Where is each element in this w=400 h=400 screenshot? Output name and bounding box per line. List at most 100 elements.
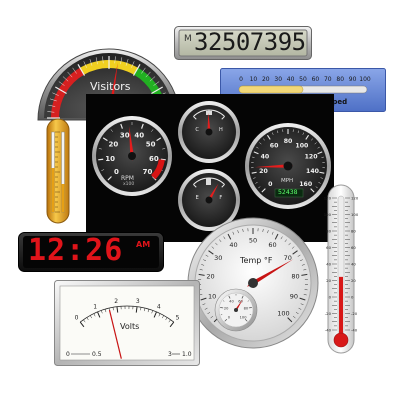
mph-needle-hub [283,161,293,171]
thermo-left-label: 80 [326,229,331,234]
rpm-tick-label: 0 [114,168,119,176]
thermo-left-label: 120 [324,196,332,201]
vertical-bar-gauge [46,118,70,224]
thermo-right-label: 100 [351,212,358,217]
orders-tick-label: 20 [262,76,270,83]
volts-tick-label: 2 [114,298,118,305]
volts-bottom-right-1: 1.0 [182,351,192,358]
orders-tick-label: 0 [239,76,243,83]
temp-tick-label: 30 [214,254,222,262]
mph-trip-readout: 52438 [278,188,298,196]
rpm-tick-label: 30 [120,132,130,140]
thermo-left-label: 100 [324,212,332,217]
vertical-bar-gauge-body [46,118,70,224]
orders-tick-label: 10 [250,76,258,83]
volts-bottom-right-0: 3 [168,351,172,358]
vbar-fill-1 [51,168,55,212]
mph-tick-label: 40 [261,154,270,161]
temp-tick-label: 40 [229,241,237,249]
temp-small-low: C [195,127,199,133]
orders-tick-label: 80 [336,76,344,83]
thermo-mercury [339,276,343,334]
volts-tick-label: 4 [157,304,161,311]
thermo-left-label: -40 [325,328,332,333]
major-tick [98,158,104,161]
orders-progress-fill [238,85,304,94]
clock-time: 12:26 [28,233,124,268]
temp-tick-label: 10 [208,293,216,301]
volts-bottom-left-1: 0.5 [92,351,102,358]
volts-bottom-left-0: 0 [66,351,70,358]
rpm-tick-label: 40 [134,132,144,140]
fuel-needle-hub [205,196,213,204]
mph-tick-label: 20 [259,168,268,175]
mph-tick-label: 80 [284,138,293,145]
thermo-right-label: -20 [351,311,358,316]
mini-tick-label: 80 [244,307,249,311]
temp-small-needle-hub [205,128,213,136]
orders-tick-label: 40 [287,76,295,83]
thermo-right-label: 80 [351,229,356,234]
thermo-right-label: -40 [351,328,358,333]
odometer-value: 32507395 [194,28,306,56]
rpm-tick-label: 10 [105,155,115,163]
vbar-fill-2 [61,184,65,212]
mph-tick-label: 140 [306,168,320,175]
volts-tick-label: 5 [176,314,180,321]
mph-label: MPH [281,178,294,184]
temperature-dial: 0102030405060708090100 020406080100 Temp… [186,216,320,350]
mph-tick-label: 160 [299,181,313,188]
clock-ampm: AM [136,240,151,249]
orders-tick-label: 90 [349,76,357,83]
thermometer-body: 120 120100 10080 8060 6040 4020 200 0-20 -20-40-… [324,184,359,354]
rpm-needle-hub [128,152,136,160]
thermometer-gauge: 120 120 100 100 80 80 60 60 40 40 20 20 0 0 -20 -20 -40-… [324,184,359,358]
orders-tick-label: 70 [324,76,332,83]
volts-label: Volts [120,322,140,331]
orders-tick-label: 100 [359,76,371,83]
rpm-sublabel: x100 [123,182,135,187]
odometer-counter: M 32507395 [174,26,312,60]
volts-tick-label: 3 [136,298,140,305]
temp-tick-label: 60 [268,241,276,249]
temp-tick-label: 100 [277,310,289,318]
thermo-left-label: -20 [325,311,332,316]
temperature-dial-label: Temp °F [240,256,273,265]
volts-meter: 0 1 2 3 4 5 0 0.5 3 1.0 Volts [54,280,200,366]
digital-clock: 12:26 AM [18,232,164,272]
volts-tick-label: 0 [75,314,79,321]
mph-tick-label: 0 [268,181,273,188]
mph-tick-label: 60 [270,142,279,149]
temp-tick-label: 80 [291,273,299,281]
mini-tick-label: 20 [224,307,229,311]
rpm-tick-label: 50 [146,141,156,149]
mini-needle-hub [234,308,238,312]
fuel-low: E [196,195,199,201]
fuel-pump-icon [206,178,211,185]
thermo-right-label: 20 [351,278,356,283]
thermo-right-label: 40 [351,262,356,267]
coolant-icon [206,111,212,115]
mini-tick-label: 100 [240,315,248,319]
temp-small-high: H [219,127,223,133]
rpm-tick-label: 20 [108,141,118,149]
thermo-right-label: 120 [351,196,358,201]
orders-tick-label: 60 [312,76,320,83]
mph-tick-label: 120 [305,154,319,161]
orders-tick-label: 30 [274,76,282,83]
temperature-dial-face: 0102030405060708090100 020406080100 [187,217,319,349]
rpm-tick-label: 70 [143,168,153,176]
fuel-high: F [219,195,222,201]
temp-tick-label: 90 [290,293,298,301]
thermo-left-label: 40 [326,262,331,267]
mini-tick-label: 40 [229,299,234,303]
volts-tick-label: 1 [93,304,97,311]
temp-needle-hub [248,278,258,288]
thermo-right-label: 60 [351,245,356,250]
rpm-tick-label: 60 [149,155,159,163]
thermo-left-label: 60 [326,245,331,250]
mph-tick-label: 100 [295,142,309,149]
temp-tick-label: 50 [249,236,257,244]
odometer-prefix: M [184,34,192,44]
orders-tick-label: 50 [299,76,307,83]
